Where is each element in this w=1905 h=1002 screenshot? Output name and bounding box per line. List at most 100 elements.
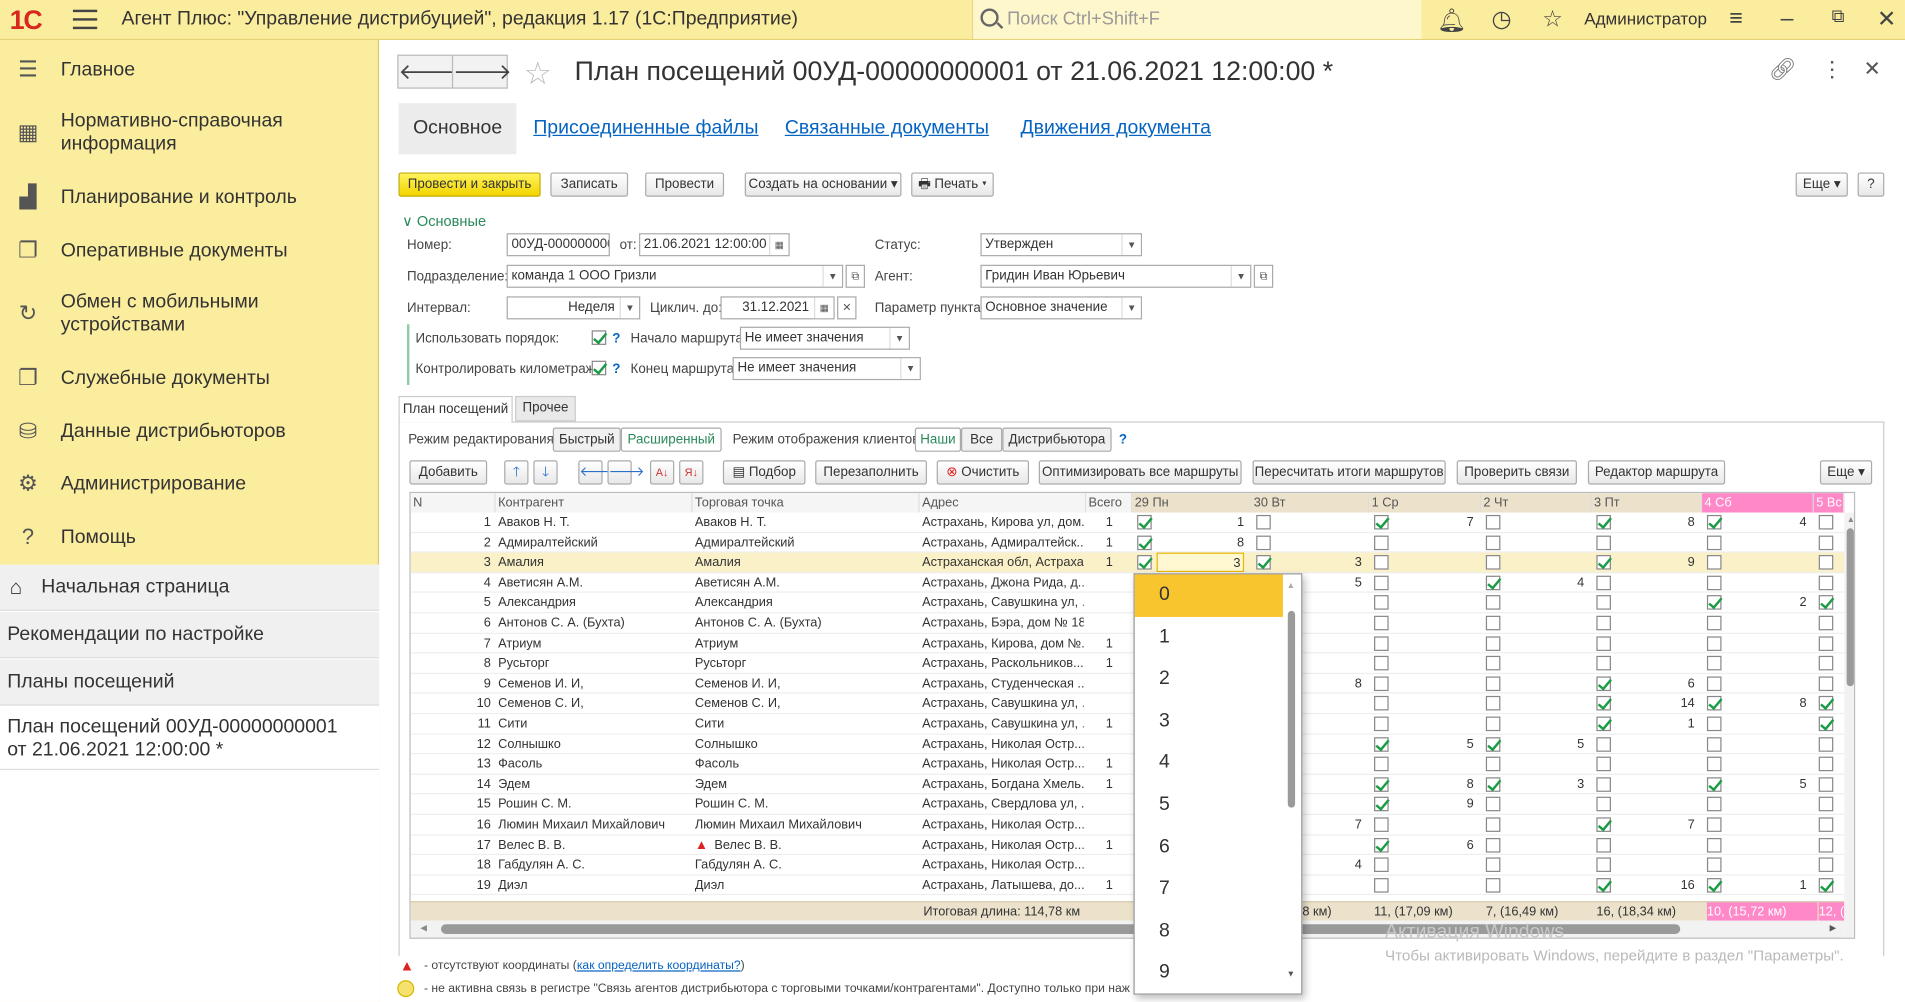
cell-outlet[interactable]: Семенов И. И, (695, 674, 917, 693)
day-checkbox[interactable] (1485, 635, 1501, 651)
dropdown-option[interactable]: 8 (1135, 911, 1283, 953)
cell-address[interactable]: Астрахань, Студенческая ... (922, 674, 1084, 693)
section-main-header[interactable]: ∨ Основные (402, 213, 486, 230)
write-button[interactable]: Записать (550, 172, 629, 197)
day-checkbox[interactable] (1596, 514, 1611, 530)
cell-order[interactable] (1393, 815, 1473, 834)
vertical-scroll-thumb[interactable] (1846, 528, 1854, 687)
dropdown-option[interactable]: 2 (1135, 658, 1283, 700)
cell-contractor[interactable]: Сити (498, 714, 690, 733)
optimize-routes-button[interactable]: Оптимизировать все маршруты (1038, 460, 1242, 485)
move-up-button[interactable]: 🡑 (504, 460, 529, 485)
favorite-star-icon[interactable]: ☆ (524, 55, 552, 93)
cell-address[interactable]: Астрахань, Николая Остр... (922, 815, 1084, 834)
day-checkbox[interactable] (1706, 575, 1722, 591)
cell-order[interactable] (1726, 855, 1806, 874)
day-checkbox[interactable] (1137, 514, 1152, 530)
control-km-help-icon[interactable]: ? (612, 362, 620, 377)
cell-address[interactable]: Астрахань, Савушкина ул, ... (922, 714, 1084, 733)
cell-address[interactable]: Астрахань, Раскольников... (922, 654, 1084, 673)
sidebar-item-planning[interactable]: ▟ Планирование и контроль (0, 185, 379, 209)
help-button[interactable]: ? (1857, 172, 1885, 197)
day-checkbox[interactable] (1485, 676, 1501, 691)
cell-order[interactable]: 5 (1505, 734, 1584, 753)
cell-order[interactable]: 5 (1393, 734, 1474, 753)
restore-icon[interactable]: ⧉ (1825, 6, 1852, 27)
interval-select[interactable]: Неделя ▼ (506, 296, 641, 320)
print-button[interactable]: 🖶︎ Печать ▾ (911, 172, 994, 197)
cell-address[interactable]: Астрахань, Савушкина ул, ... (922, 694, 1084, 713)
cell-order[interactable]: 8 (1157, 533, 1244, 552)
col-header-n[interactable]: N (410, 493, 496, 513)
cell-address[interactable]: Астрахань, Кирова, дом №... (922, 633, 1084, 652)
day-checkbox[interactable] (1485, 756, 1501, 772)
cell-order[interactable]: 4 (1726, 513, 1806, 532)
table-row[interactable]: 13 Фасоль Фасоль Астрахань, Николая Остр...… (410, 754, 1845, 775)
cell-order[interactable]: 4 (1505, 573, 1584, 592)
day-checkbox[interactable] (1137, 535, 1152, 550)
day-checkbox[interactable] (1596, 857, 1611, 873)
table-row[interactable]: 8 Русьторг Русьторг Астрахань, Раскольников… (410, 654, 1845, 674)
cell-order[interactable] (1393, 654, 1473, 673)
cell-order[interactable] (1276, 513, 1362, 532)
close-doc-icon[interactable]: ✕ (1864, 57, 1881, 81)
col-header-tue30[interactable]: 30 Вт (1251, 493, 1370, 513)
day-checkbox[interactable] (1596, 756, 1611, 772)
cell-order[interactable] (1726, 674, 1806, 693)
main-menu-icon[interactable] (72, 9, 98, 30)
cell-contractor[interactable]: Эдем (498, 775, 690, 794)
sort-desc-button[interactable]: Я↓ (679, 460, 704, 485)
cell-order[interactable] (1505, 754, 1584, 773)
sidebar-item-distributor-data[interactable]: ⛁ Данные дистрибьюторов (0, 419, 379, 443)
day-checkbox[interactable] (1706, 656, 1722, 671)
dropdown-arrow-icon[interactable]: ▼ (1121, 297, 1141, 319)
cell-outlet[interactable]: Фасоль (695, 754, 917, 773)
table-row[interactable]: 15 Рошин С. М. Рошин С. М. Астрахань, Сверд… (410, 795, 1845, 815)
control-km-checkbox[interactable] (591, 360, 607, 376)
forward-button[interactable]: 🡒 (451, 54, 512, 89)
day-checkbox[interactable] (1596, 676, 1611, 691)
day-checkbox[interactable] (1596, 535, 1611, 550)
cell-order[interactable] (1505, 633, 1584, 652)
day-checkbox[interactable] (1485, 696, 1501, 711)
dropdown-arrow-icon[interactable]: ▼ (889, 327, 909, 349)
day-checkbox[interactable] (1374, 615, 1389, 631)
cell-outlet[interactable]: Семенов С. И, (695, 694, 917, 713)
vertical-scrollbar[interactable]: ▲ (1844, 512, 1854, 938)
route-editor-button[interactable]: Редактор маршрута (1587, 460, 1726, 485)
cell-order[interactable] (1726, 654, 1806, 673)
col-header-fri3[interactable]: 3 Пт (1591, 493, 1703, 513)
cell-address[interactable]: Астрахань, Николая Остр... (922, 734, 1084, 753)
cell-address[interactable]: Астрахань, Николая Остр... (922, 754, 1084, 773)
day-checkbox[interactable] (1374, 756, 1389, 772)
move-down-button[interactable]: 🡓 (533, 460, 558, 485)
day-checkbox[interactable] (1706, 635, 1722, 651)
dropdown-option[interactable]: 9 (1135, 953, 1283, 995)
day-checkbox[interactable] (1706, 514, 1722, 530)
cell-order[interactable]: 14 (1616, 694, 1695, 713)
sidebar-item-service-docs[interactable]: ❐ Служебные документы (0, 366, 379, 390)
cell-outlet[interactable]: Александрия (695, 593, 917, 612)
day-checkbox[interactable] (1256, 535, 1271, 550)
day-checkbox[interactable] (1374, 555, 1389, 570)
move-left-button[interactable]: 🡐 (578, 460, 615, 485)
cell-outlet[interactable]: Сити (695, 714, 917, 733)
day-checkbox[interactable] (1706, 696, 1722, 711)
back-button[interactable]: 🡐 (397, 54, 457, 89)
day-checkbox[interactable] (1818, 615, 1834, 631)
cell-order[interactable] (1505, 875, 1584, 894)
cell-contractor[interactable]: Люмин Михаил Михайлович (498, 815, 690, 834)
agent-field[interactable]: Гридин Иван Юрьевич ▼ (980, 264, 1252, 288)
cell-order[interactable] (1393, 593, 1473, 612)
cell-order[interactable] (1505, 694, 1584, 713)
table-row[interactable]: 2 Адмиралтейский Адмиралтейский Астрахань, … (410, 533, 1845, 553)
day-checkbox[interactable] (1485, 615, 1501, 631)
cell-order[interactable]: 6 (1616, 674, 1695, 693)
history-home[interactable]: ⌂ Начальная страница (0, 564, 380, 611)
cell-contractor[interactable]: Амалия (498, 553, 690, 572)
table-row[interactable]: 17 Велес В. В. Велес В. В. ▲ Астрахань, Нико… (410, 835, 1845, 856)
day-checkbox[interactable] (1706, 535, 1722, 550)
day-checkbox[interactable] (1706, 756, 1722, 772)
day-checkbox[interactable] (1706, 736, 1722, 752)
move-right-button[interactable]: 🡒 (607, 460, 645, 485)
